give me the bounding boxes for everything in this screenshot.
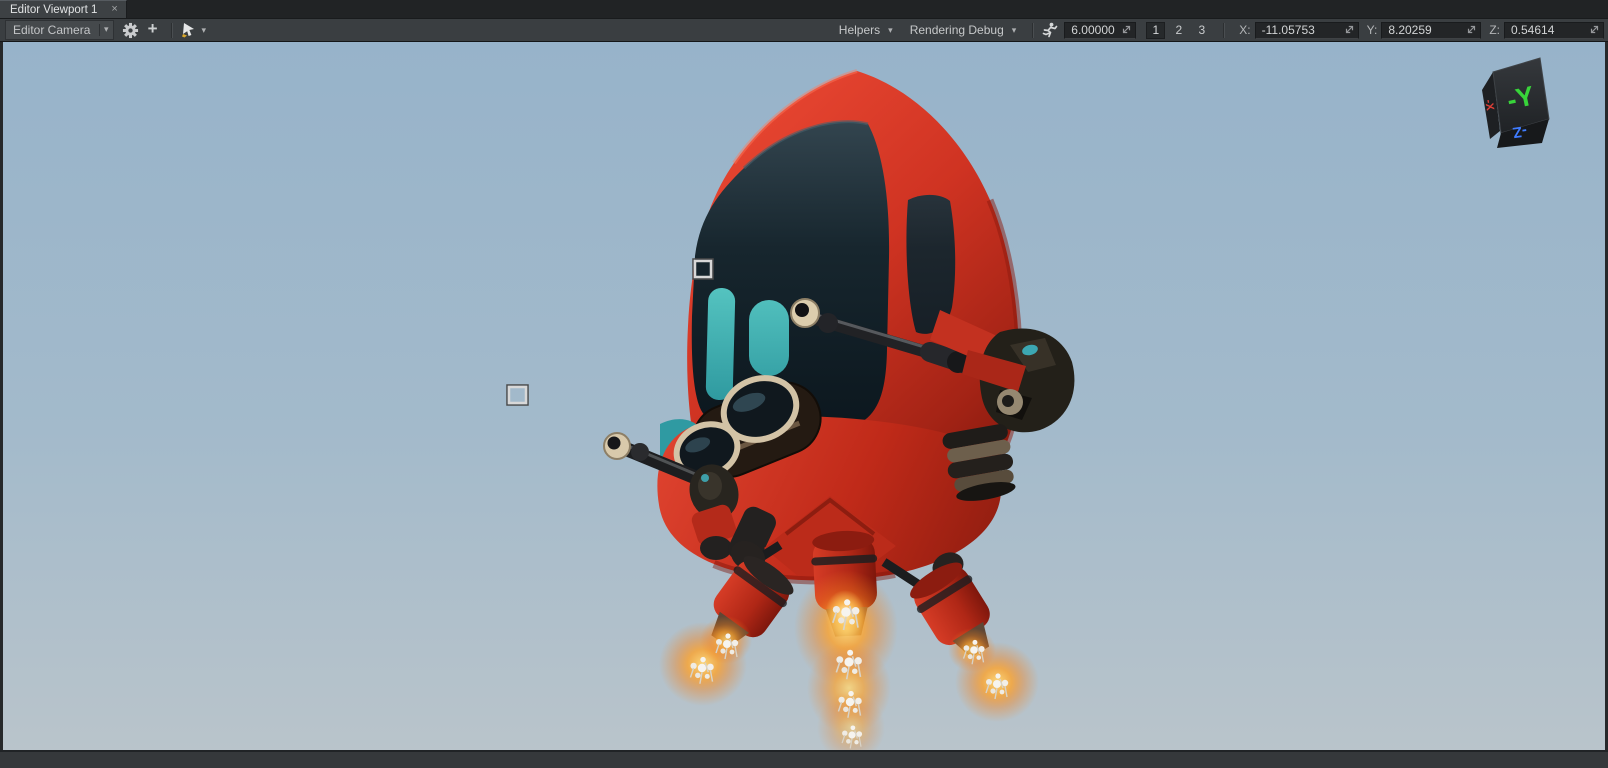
tab-editor-viewport-1[interactable]: Editor Viewport 1 × xyxy=(0,0,127,18)
camera-y-value: 8.20259 xyxy=(1388,23,1431,37)
rendering-debug-menu-label: Rendering Debug xyxy=(910,23,1004,37)
helpers-menu-button[interactable]: Helpers ▾ xyxy=(832,23,903,37)
speed-preset-3-button[interactable]: 3 xyxy=(1192,22,1211,39)
camera-select-dropdown[interactable]: Editor Camera ▾ xyxy=(5,20,114,40)
speed-preset-1-button[interactable]: 1 xyxy=(1146,22,1165,39)
tab-close-icon[interactable]: × xyxy=(111,4,117,15)
viewport-bottom-bar xyxy=(0,750,1608,768)
toolbar-separator xyxy=(1032,23,1034,38)
gear-icon xyxy=(122,22,139,39)
camera-z-value: 0.54614 xyxy=(1511,23,1554,37)
chevron-down-icon[interactable]: ▾ xyxy=(199,25,210,36)
viewport-settings-button[interactable] xyxy=(121,20,141,40)
add-viewport-button[interactable]: + xyxy=(143,19,163,41)
camera-x-input[interactable]: -11.05753 xyxy=(1255,22,1359,39)
camera-z-input[interactable]: 0.54614 xyxy=(1504,22,1604,39)
y-axis-label: Y: xyxy=(1367,23,1378,37)
chevron-down-icon: ▾ xyxy=(885,25,896,36)
camera-speed-input[interactable]: 6.00000 xyxy=(1064,22,1136,39)
x-axis-label: X: xyxy=(1239,23,1250,37)
speed-preset-3-label: 3 xyxy=(1198,23,1205,37)
chevron-down-icon: ▾ xyxy=(1009,25,1020,36)
camera-y-input[interactable]: 8.20259 xyxy=(1381,22,1481,39)
plus-icon: + xyxy=(148,19,158,39)
helpers-menu-label: Helpers xyxy=(839,23,880,37)
speed-preset-2-button[interactable]: 2 xyxy=(1169,22,1188,39)
drag-value-icon[interactable] xyxy=(1122,25,1131,34)
cube-face-label-bottom: -Z xyxy=(1512,122,1528,141)
camera-select-value: Editor Camera xyxy=(6,23,99,38)
drag-value-icon[interactable] xyxy=(1345,25,1354,34)
camera-x-value: -11.05753 xyxy=(1262,23,1315,37)
toolbar-separator xyxy=(1223,23,1225,38)
toolbar-separator xyxy=(171,23,173,38)
viewport-tab-bar: Editor Viewport 1 × xyxy=(0,0,1608,19)
chevron-down-icon: ▾ xyxy=(99,24,113,36)
drag-value-icon[interactable] xyxy=(1467,25,1476,34)
speed-preset-2-label: 2 xyxy=(1175,23,1182,37)
tab-title: Editor Viewport 1 xyxy=(10,4,97,16)
viewport-canvas[interactable]: -X -Y -Z xyxy=(0,0,1608,768)
camera-speed-value: 6.00000 xyxy=(1071,23,1114,37)
editor-window: -X -Y -Z Editor Viewport 1 × Editor Came… xyxy=(0,0,1608,768)
speed-preset-1-label: 1 xyxy=(1152,23,1159,37)
runner-icon xyxy=(1042,22,1058,38)
rendering-debug-menu-button[interactable]: Rendering Debug ▾ xyxy=(903,23,1027,37)
drag-value-icon[interactable] xyxy=(1590,25,1599,34)
viewport-toolbar: Editor Camera ▾ + xyxy=(0,19,1608,42)
z-axis-label: Z: xyxy=(1489,23,1500,37)
select-object-mode-button[interactable] xyxy=(179,20,199,40)
select-object-icon xyxy=(180,22,197,38)
camera-speed-button[interactable] xyxy=(1040,20,1060,40)
